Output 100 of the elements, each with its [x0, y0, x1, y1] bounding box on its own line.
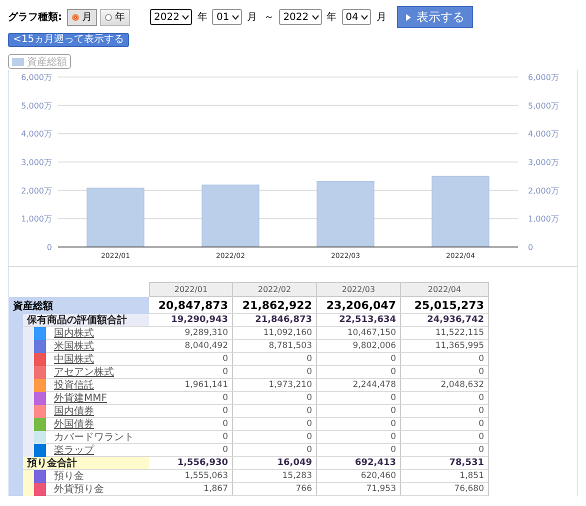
asset-link[interactable]: 投資信託 [50, 378, 94, 392]
axis-label: 0 [46, 243, 52, 252]
caret-icon [182, 14, 190, 20]
table-cell: 0 [149, 418, 233, 431]
table-cell: 76,680 [401, 483, 489, 496]
table-cell: 16,049 [233, 457, 317, 470]
table-cell: 0 [149, 392, 233, 405]
table-cell: 0 [401, 418, 489, 431]
asset-link[interactable]: 楽ラップ [50, 443, 94, 457]
table-cell: 1,851 [401, 470, 489, 483]
table-cell: 0 [233, 444, 317, 457]
table-cell: 8,781,503 [233, 340, 317, 353]
axis-label: 1,000万 [528, 214, 559, 224]
axis-label: 6,000万 [21, 73, 52, 82]
table-cell: 11,365,995 [401, 340, 489, 353]
play-icon [406, 14, 412, 20]
asset-link[interactable]: 国内債券 [50, 404, 94, 418]
table-cell: 21,862,922 [233, 297, 317, 314]
table-cell: 1,556,930 [149, 457, 233, 470]
indent-bar [23, 327, 34, 340]
table-cell: 19,290,943 [149, 314, 233, 327]
table-cell: 8,040,492 [149, 340, 233, 353]
axis-label: 4,000万 [528, 130, 559, 139]
table-cell: 0 [149, 366, 233, 379]
table-cell: 0 [401, 353, 489, 366]
table-cell: 11,092,160 [233, 327, 317, 340]
table-cell: 9,802,006 [317, 340, 401, 353]
table-cell: 0 [317, 392, 401, 405]
graph-type-radio[interactable]: 年 [100, 8, 130, 26]
table-cell: 0 [401, 392, 489, 405]
table-cell: 10,467,150 [317, 327, 401, 340]
indent-bar [23, 483, 34, 496]
table-cell: 0 [233, 405, 317, 418]
table-cell: 0 [317, 405, 401, 418]
asset-link[interactable]: 外貨建MMF [50, 391, 108, 405]
indent-bar [9, 483, 23, 496]
caret-icon [232, 14, 240, 20]
table-cell: 15,283 [233, 470, 317, 483]
table-cell: 78,531 [401, 457, 489, 470]
axis-label: 4,000万 [21, 130, 52, 139]
table-cell: 0 [317, 418, 401, 431]
axis-label: 3,000万 [528, 158, 559, 167]
asset-link[interactable]: 外国債券 [50, 417, 94, 431]
asset-link[interactable]: 国内株式 [50, 326, 94, 340]
table-cell: 22,513,634 [317, 314, 401, 327]
table-cell: 0 [401, 366, 489, 379]
axis-label: 6,000万 [528, 73, 559, 82]
table-cell: 0 [233, 366, 317, 379]
unit-label: 月 [376, 11, 386, 24]
table-cell: 20,847,873 [149, 297, 233, 314]
section-header: 保有商品の評価額合計 [23, 314, 149, 327]
axis-label: 0 [528, 243, 534, 252]
table-cell: 0 [233, 431, 317, 444]
indent-bar [23, 470, 34, 483]
table-cell: 0 [401, 431, 489, 444]
axis-label: 3,000万 [21, 158, 52, 167]
row-label: 預り金 [53, 470, 84, 483]
caret-icon [361, 14, 368, 20]
asset-link[interactable]: 中国株式 [50, 352, 94, 366]
axis-label: 5,000万 [21, 101, 52, 110]
table-cell: 0 [317, 431, 401, 444]
section-header: 預り金合計 [23, 457, 149, 470]
select-field[interactable]: 04 [342, 9, 372, 25]
table-cell: 0 [149, 431, 233, 444]
asset-link[interactable]: 米国株式 [50, 339, 94, 353]
range-separator: ～ [264, 11, 274, 24]
table-cell: 1,973,210 [233, 379, 317, 392]
show-button[interactable]: 表示する [397, 6, 474, 28]
table-cell: 0 [401, 405, 489, 418]
table-cell: 0 [317, 444, 401, 457]
table-cell: 0 [149, 353, 233, 366]
table-cell: 71,953 [317, 483, 401, 496]
graph-type-label: グラフ種類: [8, 10, 62, 24]
table-cell: 0 [149, 405, 233, 418]
table-cell: 0 [401, 444, 489, 457]
table-cell: 1,867 [149, 483, 233, 496]
table-cell: 620,460 [317, 470, 401, 483]
graph-type-radio[interactable]: 月 [67, 8, 97, 26]
table-cell: 0 [233, 392, 317, 405]
axis-label: 5,000万 [528, 101, 559, 110]
asset-link[interactable]: アセアン株式 [50, 365, 114, 379]
column-header: 2022/03 [317, 282, 401, 297]
column-header: 2022/01 [149, 282, 233, 297]
table-cell: 2,048,632 [401, 379, 489, 392]
total-header: 資産総額 [9, 297, 149, 314]
select-field[interactable]: 2022 [150, 9, 192, 25]
table-cell: 0 [317, 366, 401, 379]
axis-label: 2,000万 [528, 186, 559, 196]
legend-swatch-icon [12, 58, 24, 66]
table-cell: 25,015,273 [401, 297, 489, 314]
back-button[interactable]: <15ヵ月遡って表示する [8, 33, 130, 47]
axis-label: 1,000万 [21, 214, 52, 224]
column-header: 2022/04 [401, 282, 489, 297]
table-cell: 23,206,047 [317, 297, 401, 314]
unit-label: 月 [247, 11, 258, 24]
indent-bar [23, 444, 34, 457]
table-cell: 21,846,873 [233, 314, 317, 327]
unit-label: 年 [197, 11, 208, 24]
select-field[interactable]: 01 [212, 9, 242, 25]
select-field[interactable]: 2022 [279, 9, 322, 25]
